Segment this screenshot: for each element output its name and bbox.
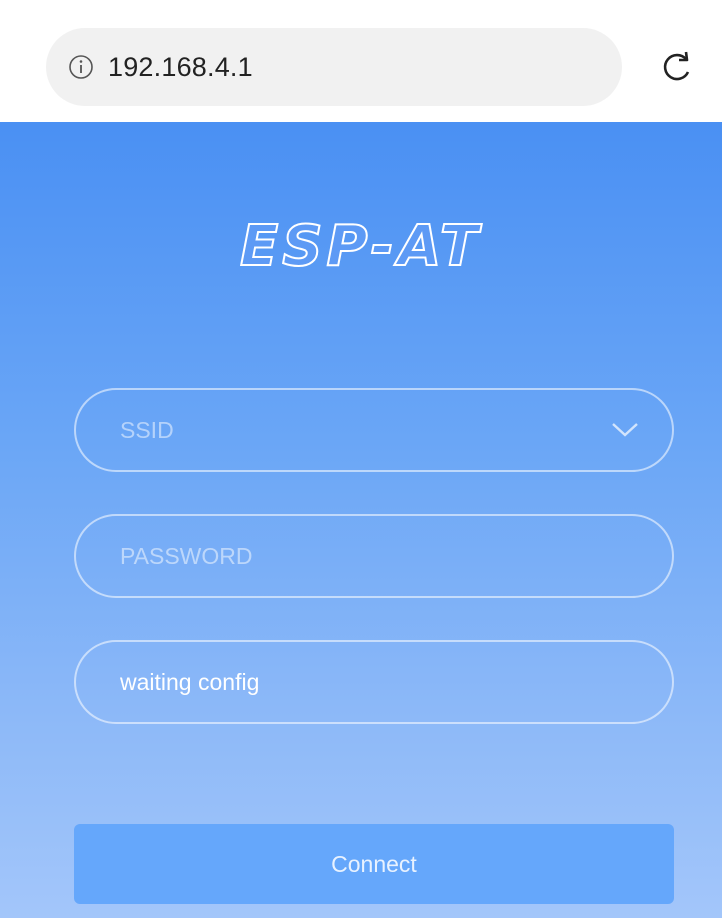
reload-button[interactable] (654, 46, 698, 90)
ssid-placeholder: SSID (120, 416, 174, 443)
password-field[interactable]: PASSWORD (74, 514, 674, 598)
connect-button[interactable]: Connect (74, 824, 674, 904)
status-field: waiting config (74, 640, 674, 724)
app-logo: ESP-AT (239, 213, 483, 280)
esp-config-panel: ESP-AT SSID PASSWORD waiting config Conn… (0, 122, 722, 918)
url-text: 192.168.4.1 (108, 51, 253, 82)
browser-toolbar: 192.168.4.1 (0, 0, 722, 122)
status-text: waiting config (120, 668, 260, 695)
ssid-select[interactable]: SSID (74, 388, 674, 472)
address-bar[interactable]: 192.168.4.1 (46, 28, 622, 106)
reload-icon (663, 51, 690, 81)
info-icon[interactable] (68, 54, 94, 80)
chevron-down-icon (608, 420, 642, 440)
password-placeholder: PASSWORD (120, 542, 253, 569)
